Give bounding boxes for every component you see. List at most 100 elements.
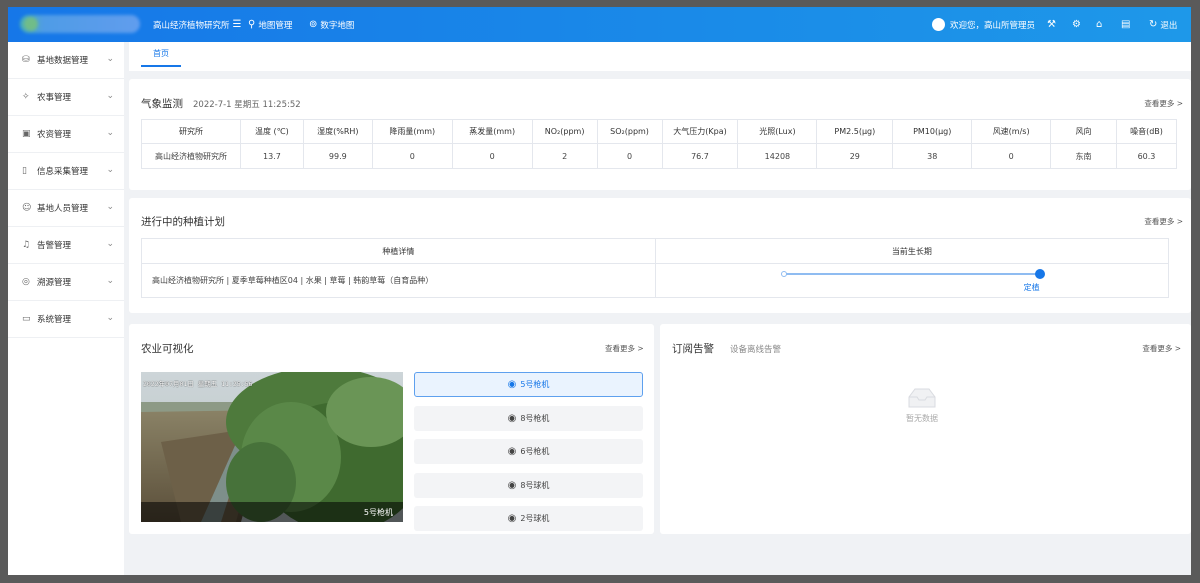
camera-button-5-gun[interactable]: ◉ 5号枪机 xyxy=(414,372,643,397)
target-icon: ◎ xyxy=(22,277,30,287)
document-icon: ▯ xyxy=(22,166,27,176)
sidebar-item-base-data[interactable]: ⛁ 基地数据管理 ⌄ xyxy=(8,42,124,79)
chevron-down-icon: ⌄ xyxy=(106,313,114,323)
table-cell: 99.9 xyxy=(302,143,373,169)
table-header: 降雨量(mm) xyxy=(371,119,453,144)
camera-button-label: 6号枪机 xyxy=(520,447,550,456)
agri-title: 农业可视化 xyxy=(141,343,194,355)
table-header: 种植详情 xyxy=(141,238,656,264)
nav-digital-map[interactable]: ⊚ 数字地图 xyxy=(309,7,354,42)
agri-more-link[interactable]: 查看更多 > xyxy=(605,343,644,354)
sidebar-item-alarm[interactable]: ♫ 告警管理 ⌄ xyxy=(8,227,124,264)
camera-button-8-dome[interactable]: ◉ 8号球机 xyxy=(414,473,643,498)
nav-map-management[interactable]: ⚲ 地图管理 xyxy=(248,7,292,42)
camera-button-2-dome[interactable]: ◉ 2号球机 xyxy=(414,506,643,531)
wrench-icon: ⚒ xyxy=(1047,19,1056,30)
camera-icon: ◉ xyxy=(507,379,517,390)
farming-icon: ✧ xyxy=(22,92,30,102)
alarm-tab-offline[interactable]: 设备离线告警 xyxy=(730,343,781,355)
database-icon: ⛁ xyxy=(22,55,30,65)
agri-visual-card: 农业可视化 查看更多 > 2022年07月01日 星期五 11:25:56 5号… xyxy=(129,324,654,534)
user-map-icon: ⚲ xyxy=(248,19,256,30)
chevron-down-icon: ⌄ xyxy=(106,91,114,101)
tab-bar: 首页 xyxy=(129,42,1191,71)
table-cell: 2 xyxy=(531,143,598,169)
alarm-card: 订阅告警 设备离线告警 查看更多 > 暂无数据 xyxy=(660,324,1191,534)
plan-title: 进行中的种植计划 xyxy=(141,216,225,228)
screen-icon: ▤ xyxy=(1121,19,1131,30)
sidebar-item-label: 基地人员管理 xyxy=(37,204,89,214)
table-header: 噪音(dB) xyxy=(1115,119,1178,144)
table-cell: 38 xyxy=(892,143,973,169)
org-chart-button[interactable]: ⌂ xyxy=(1096,7,1105,42)
screen-button[interactable]: ▤ xyxy=(1121,7,1133,42)
weather-more-link[interactable]: 查看更多 > xyxy=(1144,98,1183,109)
tab-home[interactable]: 首页 xyxy=(141,42,181,67)
table-header: NO₂(ppm) xyxy=(531,119,598,144)
table-header-row: 研究所 温度 (℃) 湿度(%RH) 降雨量(mm) 蒸发量(mm) NO₂(p… xyxy=(141,119,1178,144)
sidebar-item-label: 系统管理 xyxy=(37,315,72,325)
sidebar-item-farming[interactable]: ✧ 农事管理 ⌄ xyxy=(8,79,124,116)
table-header-row: 种植详情 当前生长期 xyxy=(141,238,1170,264)
camera-name-label: 5号枪机 xyxy=(363,508,393,517)
sidebar: ⛁ 基地数据管理 ⌄ ✧ 农事管理 ⌄ ▣ 农资管理 ⌄ ▯ 信息采集管理 ⌄ … xyxy=(8,42,124,575)
camera-icon: ◉ xyxy=(507,413,517,424)
table-cell: 76.7 xyxy=(661,143,739,169)
org-name: 高山经济植物研究所 xyxy=(153,20,230,31)
growth-progress-track xyxy=(783,273,1042,275)
sidebar-item-label: 农事管理 xyxy=(37,93,72,103)
top-navbar: 高山经济植物研究所 ☰ ⚲ 地图管理 ⊚ 数字地图 欢迎您，高山所管理员 ⚒ ⚙… xyxy=(8,7,1191,42)
user-icon: ☺ xyxy=(22,203,32,213)
sidebar-item-personnel[interactable]: ☺ 基地人员管理 ⌄ xyxy=(8,190,124,227)
gear-icon: ⚙ xyxy=(1072,19,1081,30)
alarm-more-link[interactable]: 查看更多 > xyxy=(1142,343,1181,354)
table-cell: 14208 xyxy=(737,143,818,169)
table-header: 风速(m/s) xyxy=(971,119,1052,144)
settings-button[interactable]: ⚙ xyxy=(1072,7,1084,42)
table-row: 高山经济植物研究所 13.7 99.9 0 0 2 0 76.7 14208 2… xyxy=(141,143,1178,169)
bell-icon: ♫ xyxy=(22,240,31,250)
nav-map-management-label: 地图管理 xyxy=(258,20,293,31)
table-cell: 0 xyxy=(371,143,453,169)
growth-current-dot[interactable] xyxy=(1034,269,1045,279)
org-chart-icon: ⌂ xyxy=(1096,19,1103,30)
table-header: 温度 (℃) xyxy=(239,119,304,144)
camera-video-feed[interactable]: 2022年07月01日 星期五 11:25:56 5号枪机 xyxy=(141,372,403,522)
logout-button[interactable]: ↻ 退出 xyxy=(1149,7,1177,42)
camera-button-label: 2号球机 xyxy=(520,514,550,523)
camera-button-8-gun[interactable]: ◉ 8号枪机 xyxy=(414,406,643,431)
user-welcome[interactable]: 欢迎您，高山所管理员 xyxy=(932,7,1035,42)
welcome-text: 欢迎您，高山所管理员 xyxy=(950,20,1036,31)
alarm-title: 订阅告警 xyxy=(672,343,714,355)
nav-digital-map-label: 数字地图 xyxy=(320,20,355,31)
sidebar-item-info-collection[interactable]: ▯ 信息采集管理 ⌄ xyxy=(8,153,124,190)
empty-inbox-icon xyxy=(905,387,939,412)
plan-table: 种植详情 当前生长期 高山经济植物研究所 | 夏季草莓种植区04 | 水果 | … xyxy=(141,238,1170,298)
growth-stage-label: 定植 xyxy=(1023,283,1040,292)
chevron-down-icon: ⌄ xyxy=(106,276,114,286)
empty-text: 暂无数据 xyxy=(906,414,938,423)
org-menu[interactable]: 高山经济植物研究所 ☰ xyxy=(153,7,241,42)
table-cell: 60.3 xyxy=(1115,143,1178,169)
camera-scene-image xyxy=(141,372,403,522)
table-header: PM10(μg) xyxy=(892,119,973,144)
plan-more-link[interactable]: 查看更多 > xyxy=(1144,216,1183,227)
sidebar-item-label: 告警管理 xyxy=(37,241,72,251)
table-header: 研究所 xyxy=(141,119,241,144)
sidebar-item-label: 基地数据管理 xyxy=(37,56,89,66)
app-window: 高山经济植物研究所 ☰ ⚲ 地图管理 ⊚ 数字地图 欢迎您，高山所管理员 ⚒ ⚙… xyxy=(8,7,1191,575)
tools-button[interactable]: ⚒ xyxy=(1047,7,1059,42)
table-cell: 29 xyxy=(816,143,894,169)
table-cell: 0 xyxy=(451,143,533,169)
sidebar-item-supplies[interactable]: ▣ 农资管理 ⌄ xyxy=(8,116,124,153)
sidebar-item-traceability[interactable]: ◎ 溯源管理 ⌄ xyxy=(8,264,124,301)
weather-card: 气象监测 2022-7-1 星期五 11:25:52 查看更多 > 研究所 温度… xyxy=(129,79,1191,190)
camera-button-6-gun[interactable]: ◉ 6号枪机 xyxy=(414,439,643,464)
chat-icon: ▭ xyxy=(22,314,31,324)
table-cell: 高山经济植物研究所 xyxy=(141,143,241,169)
table-row: 高山经济植物研究所 | 夏季草莓种植区04 | 水果 | 草莓 | 韩韵草莓（自… xyxy=(141,263,1170,298)
logout-icon: ↻ xyxy=(1149,19,1158,30)
sidebar-item-system[interactable]: ▭ 系统管理 ⌄ xyxy=(8,301,124,338)
chevron-down-icon: ⌄ xyxy=(106,165,114,175)
table-header: 蒸发量(mm) xyxy=(451,119,533,144)
